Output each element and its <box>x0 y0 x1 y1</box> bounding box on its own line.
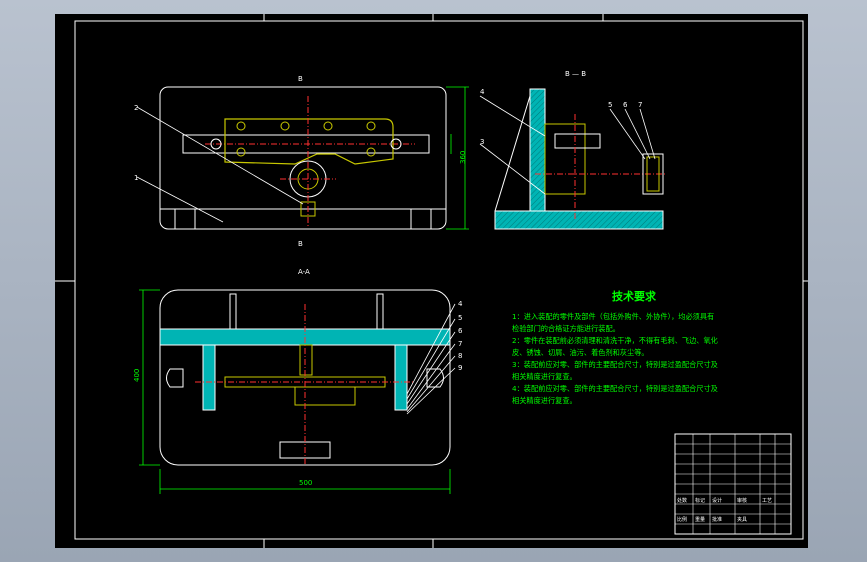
side-part-label-3: 3 <box>480 138 484 146</box>
side-part-label-5: 5 <box>608 101 612 109</box>
tech-req-title: 技术要求 <box>612 289 657 303</box>
title-cell-7: 重量 <box>695 516 705 523</box>
tech-req-line-2: 检验部门的合格证方能进行装配。 <box>512 324 620 333</box>
tech-req-line-5: 3：装配前应对零、部件的主要配合尺寸，特别是过盈配合尺寸及 <box>512 360 718 369</box>
drawing-sheet: 2 1 B B 360 B — B 4 3 5 6 7 A-A 4 5 6 7 … <box>55 14 808 548</box>
part-label-1: 1 <box>134 174 138 182</box>
tech-req-line-8: 相关精度进行复查。 <box>512 396 577 405</box>
dimension-width: 500 <box>299 479 312 487</box>
title-cell-2: 标记 <box>695 497 705 504</box>
bottom-part-label-6: 6 <box>458 327 463 335</box>
top-view <box>136 86 469 230</box>
side-part-label-7: 7 <box>638 101 642 109</box>
title-cell-5: 工艺 <box>762 498 772 504</box>
cad-drawing: 2 1 B B 360 B — B 4 3 5 6 7 A-A 4 5 6 7 … <box>55 14 808 548</box>
bottom-part-label-7: 7 <box>458 340 462 348</box>
bottom-part-label-5: 5 <box>458 314 462 322</box>
dimension-left: 400 <box>133 369 141 382</box>
bottom-view <box>139 289 456 494</box>
tech-req-line-3: 2：零件在装配前必须清理和清洗干净，不得有毛刺、飞边、氧化 <box>512 336 718 345</box>
dimension-height: 360 <box>459 151 467 164</box>
title-cell-6: 比例 <box>677 516 687 523</box>
title-cell-1: 处数 <box>677 497 687 504</box>
bottom-part-label-9: 9 <box>458 364 462 372</box>
bottom-part-label-8: 8 <box>458 352 462 360</box>
tech-req-line-7: 4：装配前应对零、部件的主要配合尺寸，特别是过盈配合尺寸及 <box>512 384 718 393</box>
tech-req-line-1: 1：进入装配的零件及部件（包括外购件、外协件），均必须具有 <box>512 312 714 321</box>
title-cell-8: 批准 <box>712 516 722 523</box>
bottom-part-label-4: 4 <box>458 300 463 308</box>
title-cell-4: 审核 <box>737 497 747 504</box>
side-part-label-4: 4 <box>480 88 485 96</box>
bottom-section-label: A-A <box>298 268 310 276</box>
title-cell-3: 设计 <box>712 497 722 504</box>
title-block <box>674 433 792 535</box>
inner-frame <box>74 20 804 540</box>
side-section-label: B — B <box>565 70 586 78</box>
tech-req-line-4: 皮、锈蚀、切屑、油污、着色剂和灰尘等。 <box>512 348 649 357</box>
title-cell-9: 夹具 <box>737 516 747 523</box>
section-marker-bottom: B <box>298 240 303 248</box>
tech-req-line-6: 相关精度进行复查。 <box>512 372 577 381</box>
section-marker-top: B <box>298 75 303 83</box>
side-part-label-6: 6 <box>623 101 628 109</box>
part-label-2: 2 <box>134 104 138 112</box>
side-view <box>479 88 665 230</box>
